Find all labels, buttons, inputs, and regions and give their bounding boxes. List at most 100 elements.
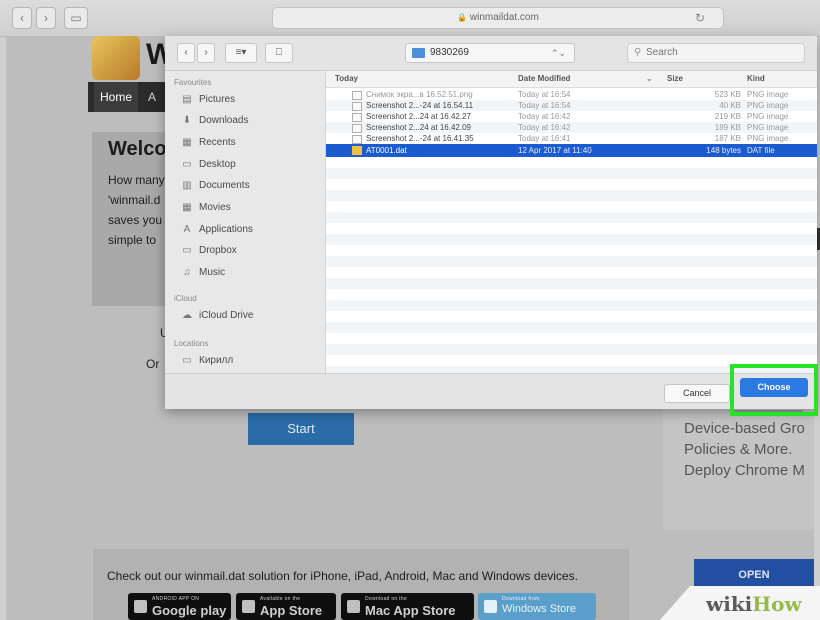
dialog-toolbar: ‹ › ≡▾ ⎕ 9830269 ⌃⌄ ⚲ [165,36,817,71]
music-icon: ♫ [183,267,191,278]
empty-row [326,190,817,201]
empty-row [326,344,817,355]
sidebar-item-computer[interactable]: ▭ Кирилл [179,352,233,370]
file-date: 12 Apr 2017 at 11:40 [518,146,592,155]
column-header-kind[interactable]: Kind [747,71,765,87]
sidebar-heading-icloud: iCloud [174,294,197,303]
search-icon: ⚲ [634,47,642,58]
start-button[interactable]: Start [248,413,354,445]
empty-row [326,168,817,179]
reload-icon[interactable]: ↻ [695,8,705,28]
nav-next-link[interactable]: A [148,82,156,112]
file-name: Screenshot 2...-24 at 16.41.35 [366,134,474,143]
cloud-icon: ☁ [182,310,192,321]
dialog-forward-icon[interactable]: › [197,43,215,63]
search-field[interactable]: ⚲ [627,43,805,63]
pictures-icon: ▤ [182,94,192,105]
documents-icon: ▥ [182,180,192,191]
or-text-fragment: Or [146,357,160,371]
sidebar-item-downloads[interactable]: ⬇ Downloads [179,112,249,130]
column-header-name[interactable]: Today [335,71,358,87]
back-icon[interactable]: ‹ [12,7,32,29]
dialog-button-bar: Cancel [165,373,817,409]
column-header-date[interactable]: Date Modified [518,71,570,87]
file-row-selected[interactable]: AT0001.dat 12 Apr 2017 at 11:40 148 byte… [326,144,817,157]
empty-row [326,322,817,333]
file-name: Screenshot 2...-24 at 16.54.11 [366,101,474,110]
wikihow-logo-prefix: wiki [706,592,753,616]
sort-chevron-icon[interactable]: ⌄ [646,71,653,87]
sidebar-item-label: Dropbox [199,245,237,256]
badge-caption: Available on the [260,596,301,602]
empty-row [326,300,817,311]
file-size: 189 KB [714,123,741,132]
file-date: Today at 16:54 [518,101,571,110]
google-play-icon [134,600,147,613]
file-chooser-dialog: ‹ › ≡▾ ⎕ 9830269 ⌃⌄ ⚲ Favourites ▤ Pictur… [165,36,817,409]
google-play-badge[interactable]: ANDROID APP ON Google play [128,593,231,620]
sidebar-item-movies[interactable]: ▦ Movies [179,199,230,217]
recents-icon: ▦ [182,137,192,148]
badge-title: Mac App Store [365,603,456,618]
file-size: 219 KB [714,112,741,121]
windows-store-badge[interactable]: Download from Windows Store [478,593,596,620]
movies-icon: ▦ [182,202,192,213]
ad-text: Device-based Gro Policies & More. Deploy… [684,420,805,479]
sidebar-item-recents[interactable]: ▦ Recents [179,134,236,152]
file-name: Снимок экра...в 16.52.51.png [366,90,473,99]
url-text: winmaildat.com [469,12,539,23]
view-mode-icon[interactable]: ≡▾ [225,43,257,63]
sidebar-item-pictures[interactable]: ▤ Pictures [179,91,235,109]
search-input[interactable] [646,45,796,59]
file-kind: PNG image [747,112,789,121]
badge-caption: Download on the [365,596,408,602]
app-store-badge[interactable]: Available on the App Store [236,593,336,620]
wikihow-logo: wikiHow [706,592,802,616]
sidebar-item-label: Кирилл [199,355,234,366]
file-row[interactable]: Screenshot 2...-24 at 16.54.11 Today at … [326,100,817,111]
file-kind: PNG image [747,134,789,143]
forward-icon[interactable]: › [36,7,56,29]
sidebar-item-documents[interactable]: ▥ Documents [179,177,250,195]
sidebar-item-dropbox[interactable]: ▭ Dropbox [179,242,237,260]
new-folder-icon[interactable]: ⎕ [265,43,293,63]
badge-caption: ANDROID APP ON [152,596,200,602]
file-row[interactable]: Screenshot 2...24 at 16.42.27 Today at 1… [326,111,817,122]
sidebar-item-icloud-drive[interactable]: ☁ iCloud Drive [179,307,253,325]
file-size: 148 bytes [706,146,741,155]
file-row[interactable]: Screenshot 2...-24 at 16.41.35 Today at … [326,133,817,144]
nav-home-link[interactable]: Home [94,82,138,112]
file-icon [352,91,362,100]
sidebar-item-label: Recents [199,137,236,148]
browser-toolbar: ‹ › ▭ 🔒 winmaildat.com ↻ [0,0,820,37]
file-name: Screenshot 2...24 at 16.42.27 [366,112,471,121]
file-date: Today at 16:41 [518,134,571,143]
folder-icon [412,48,425,58]
apple-icon [347,600,360,613]
sidebar-item-desktop[interactable]: ▭ Desktop [179,156,235,174]
desktop-icon: ▭ [182,159,192,170]
file-row[interactable]: Снимок экра...в 16.52.51.png Today at 16… [326,89,817,100]
sidebar-item-label: Pictures [199,94,236,105]
sidebar-item-applications[interactable]: A Applications [179,221,253,239]
windows-icon [484,600,497,613]
mac-app-store-badge[interactable]: Download on the Mac App Store [341,593,474,620]
file-kind: PNG image [747,101,789,110]
sidebar-item-music[interactable]: ♫ Music [179,264,225,282]
cancel-button[interactable]: Cancel [664,384,730,403]
empty-row [326,256,817,267]
file-date: Today at 16:54 [518,90,571,99]
file-row[interactable]: Screenshot 2...24 at 16.42.09 Today at 1… [326,122,817,133]
choose-button[interactable]: Choose [740,378,808,397]
sidebar-item-label: Documents [199,180,250,191]
empty-row [326,234,817,245]
site-logo-icon [92,36,140,80]
dialog-back-icon[interactable]: ‹ [177,43,195,63]
column-header-size[interactable]: Size [667,71,683,87]
apple-phone-icon [242,600,255,613]
sidebar-toggle-icon[interactable]: ▭ [64,7,88,29]
location-dropdown[interactable]: 9830269 ⌃⌄ [405,43,575,63]
dropbox-icon: ▭ [182,245,192,256]
file-icon [352,124,362,133]
address-bar[interactable]: 🔒 winmaildat.com ↻ [272,7,724,29]
